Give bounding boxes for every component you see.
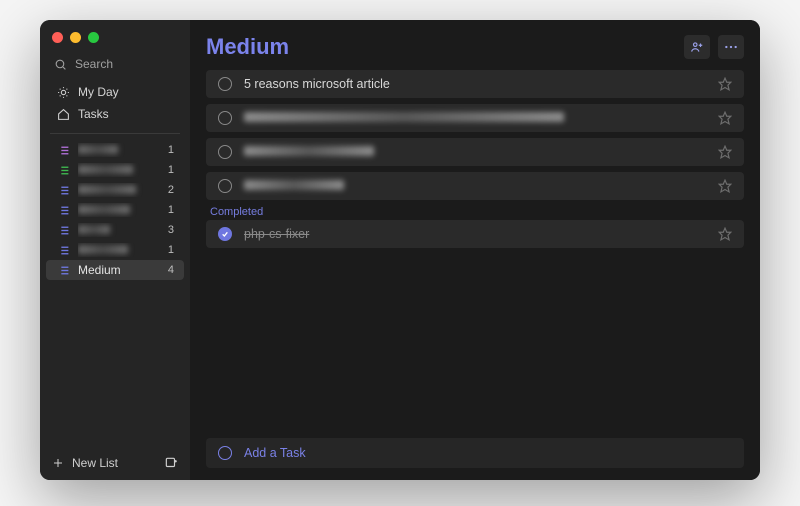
task-label — [244, 179, 706, 193]
list-icon — [56, 165, 70, 176]
task-row[interactable] — [206, 104, 744, 132]
list-count: 1 — [168, 204, 174, 216]
completed-section-label[interactable]: Completed — [206, 200, 744, 220]
close-window-button[interactable] — [52, 32, 63, 43]
task-label — [244, 111, 706, 125]
list-count: 3 — [168, 224, 174, 236]
main-panel: Medium 5 reasons microsoft article Compl… — [190, 20, 760, 480]
list-icon — [56, 185, 70, 196]
window-controls — [40, 20, 190, 53]
custom-lists: 1 1 2 1 3 1 Medium 4 — [40, 140, 190, 446]
task-complete-circle-icon[interactable] — [218, 145, 232, 159]
star-icon[interactable] — [718, 111, 732, 125]
sidebar-list-item[interactable]: 1 — [46, 240, 184, 260]
star-icon[interactable] — [718, 145, 732, 159]
list-label — [78, 183, 160, 197]
task-row[interactable]: php-cs-fixer — [206, 220, 744, 248]
list-label — [78, 223, 160, 237]
list-icon — [56, 225, 70, 236]
completed-tasks: php-cs-fixer — [206, 220, 744, 248]
new-group-icon[interactable] — [164, 456, 178, 470]
add-task-circle-icon — [218, 446, 232, 460]
task-row[interactable] — [206, 172, 744, 200]
star-icon[interactable] — [718, 77, 732, 91]
maximize-window-button[interactable] — [88, 32, 99, 43]
sidebar-item-label: Tasks — [78, 107, 109, 121]
sidebar-list-item[interactable]: 1 — [46, 200, 184, 220]
list-count: 1 — [168, 244, 174, 256]
add-task-row[interactable] — [206, 438, 744, 468]
sidebar-divider — [50, 133, 180, 134]
list-icon — [56, 145, 70, 156]
list-icon — [56, 265, 70, 276]
list-label: Medium — [78, 263, 160, 277]
more-options-button[interactable] — [718, 35, 744, 59]
plus-icon — [52, 457, 64, 469]
list-icon — [56, 245, 70, 256]
search-row[interactable]: Search — [40, 53, 190, 79]
share-button[interactable] — [684, 35, 710, 59]
list-label — [78, 163, 160, 177]
minimize-window-button[interactable] — [70, 32, 81, 43]
sidebar-item-label: My Day — [78, 85, 119, 99]
list-label — [78, 203, 160, 217]
list-count: 1 — [168, 164, 174, 176]
page-title: Medium — [206, 34, 289, 60]
sidebar-list-item[interactable]: 1 — [46, 160, 184, 180]
task-label — [244, 145, 706, 159]
task-complete-checkmark-icon[interactable] — [218, 227, 232, 241]
sidebar-list-item[interactable]: 1 — [46, 140, 184, 160]
list-label — [78, 243, 160, 257]
smart-lists: My Day Tasks — [40, 79, 190, 127]
task-row[interactable] — [206, 138, 744, 166]
sidebar-list-item[interactable]: 3 — [46, 220, 184, 240]
sidebar-footer: New List — [40, 446, 190, 480]
task-row[interactable]: 5 reasons microsoft article — [206, 70, 744, 98]
list-count: 4 — [168, 264, 174, 276]
header-actions — [684, 35, 744, 59]
task-complete-circle-icon[interactable] — [218, 111, 232, 125]
open-tasks: 5 reasons microsoft article — [206, 70, 744, 200]
new-list-label: New List — [72, 456, 118, 470]
list-icon — [56, 205, 70, 216]
sun-icon — [56, 86, 70, 99]
task-label: 5 reasons microsoft article — [244, 77, 706, 91]
sidebar: Search My Day Tasks 1 1 2 1 3 1 Medium 4 — [40, 20, 190, 480]
search-icon — [54, 58, 67, 71]
star-icon[interactable] — [718, 227, 732, 241]
task-complete-circle-icon[interactable] — [218, 179, 232, 193]
sidebar-item-tasks[interactable]: Tasks — [46, 103, 184, 125]
list-count: 2 — [168, 184, 174, 196]
sidebar-list-item-medium[interactable]: Medium 4 — [46, 260, 184, 280]
app-window: Search My Day Tasks 1 1 2 1 3 1 Medium 4 — [40, 20, 760, 480]
home-icon — [56, 108, 70, 121]
new-list-button[interactable]: New List — [52, 456, 118, 470]
list-count: 1 — [168, 144, 174, 156]
search-placeholder: Search — [75, 57, 113, 71]
sidebar-item-my-day[interactable]: My Day — [46, 81, 184, 103]
task-complete-circle-icon[interactable] — [218, 77, 232, 91]
sidebar-list-item[interactable]: 2 — [46, 180, 184, 200]
list-label — [78, 143, 160, 157]
add-task-input[interactable] — [244, 446, 732, 460]
task-label: php-cs-fixer — [244, 227, 706, 241]
star-icon[interactable] — [718, 179, 732, 193]
header: Medium — [206, 34, 744, 60]
